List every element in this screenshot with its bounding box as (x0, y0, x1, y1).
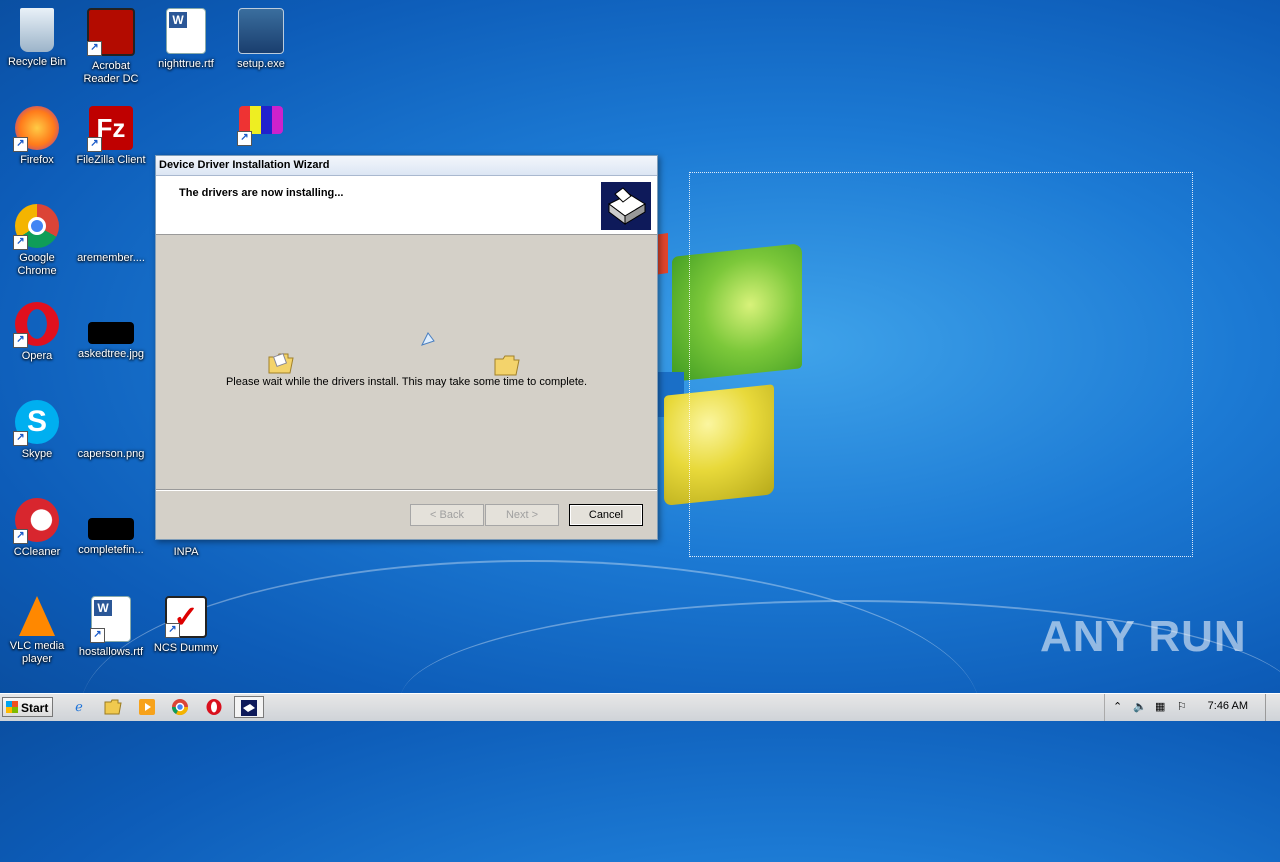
anyrun-watermark: ANY RUN (1040, 612, 1247, 661)
network-icon[interactable]: ▦ (1155, 700, 1165, 713)
volume-icon[interactable]: 🔈 (1133, 700, 1147, 713)
recycle-bin-icon (20, 8, 54, 52)
filezilla-icon: Fz ↗ (87, 106, 133, 152)
desktop-icon-label: Google Chrome (17, 252, 57, 277)
desktop-icon-label: nighttrue.rtf (158, 58, 214, 70)
clock[interactable]: 7:46 AM (1208, 700, 1248, 712)
chrome-icon: ↗ (13, 204, 59, 250)
opera-icon: ↗ (13, 302, 59, 348)
desktop-icon-label: CCleaner (13, 546, 61, 558)
desktop-icon-label: Recycle Bin (7, 56, 67, 68)
internet-explorer-icon[interactable]: ℯ (66, 696, 92, 718)
desktop-icon-chrome[interactable]: ↗ Google Chrome (0, 204, 74, 278)
desktop-icon-label: caperson.png (77, 448, 145, 460)
desktop-icon-nighttrue[interactable]: W nighttrue.rtf (149, 8, 223, 71)
desktop-icon-label: Opera (21, 350, 53, 362)
desktop-icon-label: INPA (173, 546, 199, 558)
desktop-icon-firefox[interactable]: ↗ Firefox (0, 106, 74, 167)
driver-install-icon (601, 182, 651, 230)
driver-wizard-icon[interactable] (234, 696, 264, 718)
dialog-title-bar[interactable]: Device Driver Installation Wizard (156, 156, 657, 176)
desktop-icon-label: Firefox (20, 154, 54, 166)
desktop-icon-label: FileZilla Client (76, 154, 146, 166)
back-button[interactable]: < Back (410, 504, 484, 526)
source-folder-icon (268, 351, 294, 374)
desktop-icon-label: Acrobat Reader DC (83, 60, 139, 85)
desktop-icon-recycle-bin[interactable]: Recycle Bin (0, 8, 74, 69)
vlc-icon (19, 596, 55, 636)
desktop-icon-ccleaner[interactable]: ↗ CCleaner (0, 498, 74, 559)
desktop-icon-label: NCS Dummy (153, 642, 219, 654)
image-file-icon (89, 400, 133, 444)
show-desktop-button[interactable] (1265, 694, 1280, 721)
desktop-icon-vlc[interactable]: VLC media player (0, 596, 74, 666)
ncs-dummy-icon: ✓ ↗ (165, 596, 207, 638)
windows-flag-icon (6, 701, 18, 713)
desktop-icon-label: VLC media player (9, 640, 65, 665)
firefox-icon: ↗ (13, 106, 59, 152)
desktop-icon-skype[interactable]: S ↗ Skype (0, 400, 74, 461)
dialog-header: The drivers are now installing... (156, 176, 657, 235)
media-player-icon[interactable] (134, 696, 160, 718)
desktop-icon-caperson[interactable]: caperson.png (74, 400, 148, 461)
desktop-icon-askedtree[interactable]: askedtree.jpg (74, 302, 148, 361)
desktop-icon-label: completefin... (78, 544, 144, 556)
opera-icon[interactable] (201, 696, 227, 718)
image-file-icon (88, 322, 134, 344)
app-icon: ↗ (237, 106, 283, 146)
driver-wizard-dialog: Device Driver Installation Wizard The dr… (155, 155, 658, 540)
setup-installer-icon (238, 8, 284, 54)
flying-file-icon (420, 331, 436, 347)
destination-folder-icon (494, 353, 520, 376)
install-wait-message: Please wait while the drivers install. T… (225, 376, 588, 388)
action-center-flag-icon[interactable]: ⚐ (1177, 700, 1187, 713)
word-document-icon: W (166, 8, 206, 54)
start-button[interactable]: Start (2, 697, 53, 717)
desktop-icon-label: askedtree.jpg (77, 348, 145, 360)
desktop-icon-aremember[interactable]: aremember.... (74, 204, 148, 265)
next-button[interactable]: Next > (485, 504, 559, 526)
desktop-icon-ncs-dummy[interactable]: ✓ ↗ NCS Dummy (149, 596, 223, 655)
start-label: Start (21, 701, 49, 715)
desktop-icon-completefin[interactable]: completefin... (74, 498, 148, 557)
ccleaner-icon: ↗ (13, 498, 59, 544)
desktop-icon-hostallows[interactable]: W ↗ hostallows.rtf (74, 596, 148, 659)
file-icon (89, 204, 133, 248)
explorer-folder-icon[interactable] (100, 696, 126, 718)
acrobat-reader-icon: ↗ (87, 8, 135, 56)
dialog-heading: The drivers are now installing... (179, 187, 344, 199)
desktop-icon-label: setup.exe (237, 58, 285, 70)
image-file-icon (88, 518, 134, 540)
desktop-icon-filezilla[interactable]: Fz ↗ FileZilla Client (74, 106, 148, 167)
show-hidden-icons-icon[interactable]: ⌃ (1113, 700, 1122, 713)
desktop-icon-cabi[interactable]: ↗ (224, 106, 298, 146)
chrome-icon[interactable] (167, 696, 193, 718)
skype-icon: S ↗ (13, 400, 59, 446)
desktop-icon-label: aremember.... (77, 252, 145, 264)
desktop-icon-setup[interactable]: setup.exe (224, 8, 298, 71)
dialog-body: Please wait while the drivers install. T… (156, 235, 657, 489)
dialog-separator (156, 489, 657, 491)
taskbar: Start ℯ ⌃ 🔈 ▦ ⚐ 7:46 AM (0, 693, 1280, 721)
cancel-button[interactable]: Cancel (569, 504, 643, 526)
selection-rectangle (689, 172, 1193, 557)
desktop-icon-acrobat[interactable]: ↗ Acrobat Reader DC (74, 8, 148, 86)
system-tray: ⌃ 🔈 ▦ ⚐ 7:46 AM (1104, 694, 1280, 721)
word-document-icon: W ↗ (90, 596, 131, 643)
desktop-icon-label: hostallows.rtf (78, 646, 144, 658)
desktop-icon-opera[interactable]: ↗ Opera (0, 302, 74, 363)
desktop-icon-label: Skype (21, 448, 53, 460)
